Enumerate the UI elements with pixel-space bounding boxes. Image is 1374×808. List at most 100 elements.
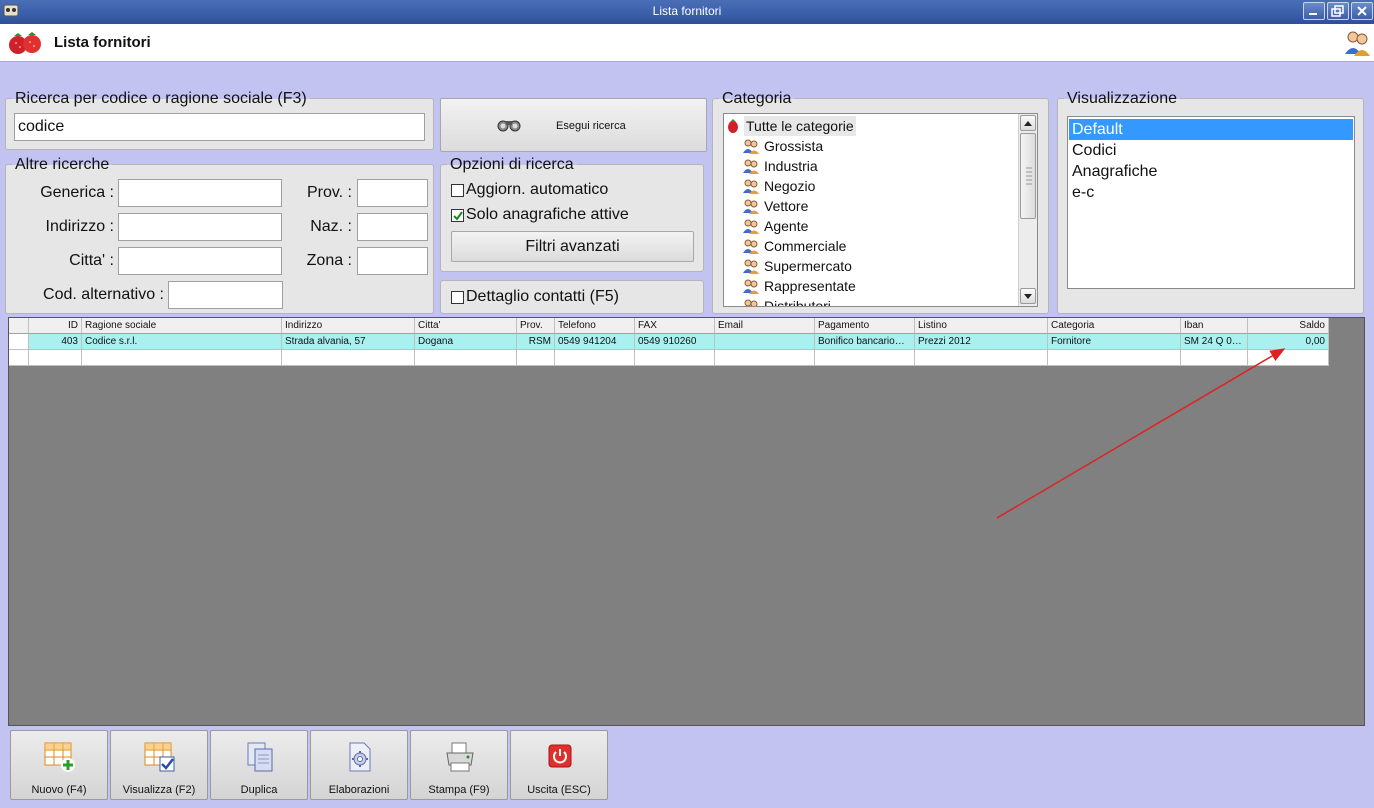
view-item-default[interactable]: Default — [1069, 119, 1353, 140]
cod-alternativo-field[interactable] — [168, 281, 283, 309]
duplicate-button[interactable]: Duplica — [210, 730, 308, 800]
category-item-label: Negozio — [764, 178, 816, 194]
minimize-icon — [1309, 13, 1317, 15]
generica-field[interactable] — [118, 179, 282, 207]
view-button[interactable]: Visualizza (F2) — [110, 730, 208, 800]
advanced-filters-button[interactable]: Filtri avanzati — [451, 231, 694, 262]
contact-detail-checkbox[interactable] — [451, 291, 464, 304]
users-icon — [743, 239, 759, 254]
scroll-up-button[interactable] — [1020, 115, 1036, 131]
new-button-label: Nuovo (F4) — [31, 784, 87, 796]
scroll-down-button[interactable] — [1020, 288, 1036, 304]
view-item-ec[interactable]: e-c — [1069, 182, 1353, 203]
power-icon — [548, 744, 572, 768]
page-title: Lista fornitori — [54, 34, 151, 51]
view-legend: Visualizzazione — [1064, 90, 1180, 108]
duplicate-button-label: Duplica — [240, 784, 278, 796]
category-item-label: Industria — [764, 158, 818, 174]
checkmark-icon — [453, 211, 463, 221]
duplicate-icon — [247, 742, 273, 772]
contact-detail-label: Dettaglio contatti (F5) — [466, 288, 619, 305]
process-button-label: Elaborazioni — [328, 784, 390, 796]
scroll-thumb[interactable] — [1020, 133, 1036, 219]
view-button-label: Visualizza (F2) — [122, 784, 196, 796]
naz-field[interactable] — [357, 213, 428, 241]
restore-icon — [1331, 5, 1344, 17]
category-item-label: Grossista — [764, 138, 824, 154]
search-options-legend: Opzioni di ricerca — [447, 156, 577, 174]
binoculars-icon — [497, 120, 521, 132]
run-search-button[interactable]: Esegui ricerca — [440, 98, 707, 152]
window-title: Lista fornitori — [652, 4, 722, 18]
prov-field[interactable] — [357, 179, 428, 207]
category-group: Categoria Tutte le categorie Grossista In… — [712, 90, 1049, 314]
zona-field[interactable] — [357, 247, 428, 275]
category-tree[interactable]: Tutte le categorie Grossista Industria Neg… — [723, 113, 1038, 307]
category-item-label: Distributori — [764, 298, 831, 307]
strawberry-icon — [728, 119, 738, 133]
zona-label: Zona : — [306, 252, 352, 269]
category-item-label: Agente — [764, 218, 809, 234]
search-options-group: Opzioni di ricerca Aggiorn. automatico S… — [440, 156, 704, 272]
search-input[interactable]: codice — [14, 113, 425, 141]
users-icon — [744, 299, 758, 306]
category-all-label: Tutte le categorie — [744, 116, 856, 136]
window-titlebar: Lista fornitori — [0, 0, 1374, 24]
print-button-label: Stampa (F9) — [428, 784, 490, 796]
view-item-anagrafiche[interactable]: Anagrafiche — [1069, 161, 1353, 182]
print-button[interactable]: Stampa (F9) — [410, 730, 508, 800]
new-grid-icon — [44, 742, 75, 772]
contact-detail-group: Dettaglio contatti (F5) — [440, 280, 704, 314]
arrow-down-icon — [1024, 294, 1032, 299]
annotation-arrow — [996, 348, 1286, 519]
page-header: Lista fornitori — [0, 24, 1374, 62]
users-icon — [743, 179, 759, 194]
search-group: Ricerca per codice o ragione sociale (F3… — [5, 90, 434, 150]
category-item-label: Commerciale — [764, 238, 847, 254]
grip-icon — [1026, 167, 1032, 185]
view-item-codici[interactable]: Codici — [1069, 140, 1353, 161]
indirizzo-field[interactable] — [118, 213, 282, 241]
active-only-checkbox[interactable] — [451, 209, 464, 222]
strawberry-logo-icon — [9, 32, 41, 54]
minimize-button[interactable] — [1303, 2, 1325, 20]
category-item-label: Rappresentate — [764, 278, 856, 294]
exit-button-label: Uscita (ESC) — [527, 784, 591, 796]
users-icon — [743, 279, 759, 294]
users-icon — [743, 159, 759, 174]
other-searches-legend: Altre ricerche — [12, 156, 113, 174]
view-group: Visualizzazione Default Codici Anagrafic… — [1057, 90, 1364, 314]
view-grid-icon — [144, 742, 175, 772]
active-only-label: Solo anagrafiche attive — [466, 206, 629, 223]
users-icon — [743, 259, 759, 274]
category-legend: Categoria — [719, 90, 795, 108]
new-button[interactable]: Nuovo (F4) — [10, 730, 108, 800]
category-item-label: Vettore — [764, 198, 809, 214]
arrow-up-icon — [1024, 121, 1032, 126]
gear-document-icon — [349, 742, 371, 772]
prov-label: Prov. : — [306, 184, 352, 201]
citta-field[interactable] — [118, 247, 282, 275]
close-button[interactable] — [1351, 2, 1373, 20]
cod-alternativo-label: Cod. alternativo : — [43, 286, 164, 303]
close-icon — [1357, 6, 1367, 16]
category-scrollbar[interactable] — [1018, 114, 1037, 306]
run-search-label: Esegui ricerca — [556, 120, 626, 132]
citta-label: Citta' : — [69, 252, 114, 269]
auto-update-checkbox[interactable] — [451, 184, 464, 197]
other-searches-group: Altre ricerche Generica : Indirizzo : Ci… — [5, 156, 434, 314]
users-icon — [743, 199, 759, 214]
auto-update-label: Aggiorn. automatico — [466, 181, 609, 198]
restore-button[interactable] — [1327, 2, 1349, 20]
printer-icon — [446, 742, 474, 772]
naz-label: Naz. : — [310, 218, 352, 235]
search-legend: Ricerca per codice o ragione sociale (F3… — [12, 90, 310, 108]
exit-button[interactable]: Uscita (ESC) — [510, 730, 608, 800]
users-icon — [1345, 31, 1370, 56]
results-area: ID 403 Ragione sociale Codice s.r.l. Indiriz… — [8, 317, 1365, 726]
users-icon — [743, 219, 759, 234]
generica-label: Generica : — [40, 184, 114, 201]
view-list[interactable]: Default Codici Anagrafiche e-c — [1067, 116, 1355, 289]
users-icon — [743, 139, 759, 154]
process-button[interactable]: Elaborazioni — [310, 730, 408, 800]
